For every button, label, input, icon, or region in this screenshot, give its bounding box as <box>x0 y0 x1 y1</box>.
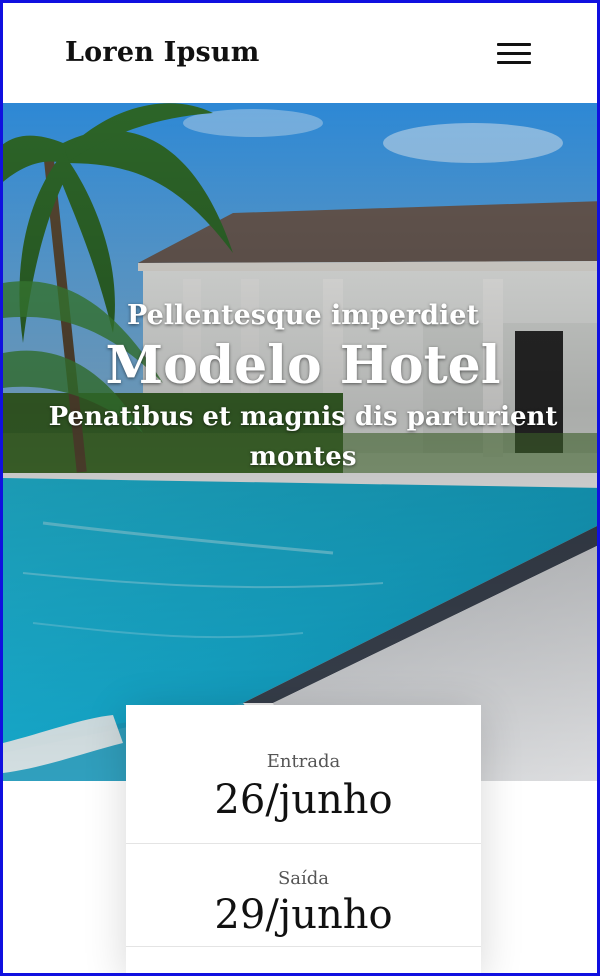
page-frame: Loren Ipsum Pellentesque imperdiet Model… <box>0 0 600 976</box>
site-header: Loren Ipsum <box>3 3 597 103</box>
checkin-date-field[interactable]: Entrada 26/junho <box>126 705 481 843</box>
hero-tagline: Penatibus et magnis dis parturient monte… <box>48 402 558 472</box>
menu-line <box>497 52 531 55</box>
menu-line <box>497 61 531 64</box>
checkout-date-field[interactable]: Saída 29/junho <box>126 843 481 961</box>
menu-line <box>497 43 531 46</box>
hero-banner: Pellentesque imperdiet Modelo Hotel Pena… <box>3 103 597 781</box>
checkout-label: Saída <box>277 868 330 889</box>
hero-text-block: Pellentesque imperdiet Modelo Hotel Pena… <box>3 299 597 477</box>
hero-title: Modelo Hotel <box>105 335 501 396</box>
checkin-label: Entrada <box>266 751 341 772</box>
divider <box>126 946 481 947</box>
brand-logo[interactable]: Loren Ipsum <box>65 37 260 68</box>
checkin-value: 26/junho <box>214 777 393 823</box>
hero-subtitle: Pellentesque imperdiet <box>127 300 479 331</box>
booking-card: Entrada 26/junho Saída 29/junho <box>126 705 481 973</box>
checkout-value: 29/junho <box>214 892 393 938</box>
hamburger-menu-icon[interactable] <box>497 43 533 67</box>
